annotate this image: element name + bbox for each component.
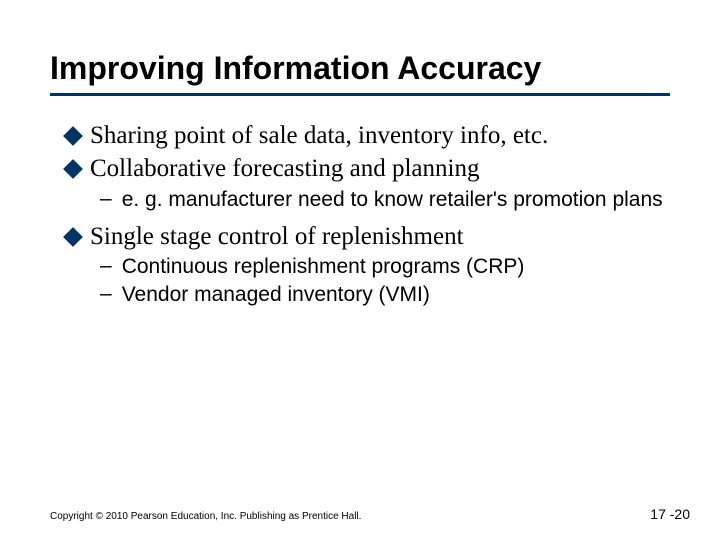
dash-bullet-icon: – (100, 254, 112, 278)
diamond-bullet-icon (63, 159, 83, 179)
list-item: Sharing point of sale data, inventory in… (66, 120, 670, 151)
list-item-text: Single stage control of replenishment (90, 221, 464, 252)
copyright-text: Copyright © 2010 Pearson Education, Inc.… (50, 511, 361, 522)
list-item-text: Collaborative forecasting and planning (90, 153, 479, 184)
dash-bullet-icon: – (100, 282, 112, 306)
sub-list-item-text: Vendor managed inventory (VMI) (122, 282, 430, 308)
sub-list-item: – Continuous replenishment programs (CRP… (100, 254, 670, 280)
diamond-bullet-icon (63, 227, 83, 247)
list-item: Collaborative forecasting and planning (66, 153, 670, 184)
sub-list-item: – e. g. manufacturer need to know retail… (100, 187, 670, 213)
slide-title: Improving Information Accuracy (50, 50, 670, 96)
sub-list-item: – Vendor managed inventory (VMI) (100, 282, 670, 308)
list-item-text: Sharing point of sale data, inventory in… (90, 120, 548, 151)
sub-list-item-text: e. g. manufacturer need to know retailer… (122, 187, 663, 213)
slide: Improving Information Accuracy Sharing p… (0, 0, 720, 540)
page-number: 17 -20 (650, 506, 690, 522)
bullet-list: Sharing point of sale data, inventory in… (66, 120, 670, 309)
sub-list-item-text: Continuous replenishment programs (CRP) (122, 254, 525, 280)
diamond-bullet-icon (63, 126, 83, 146)
list-item: Single stage control of replenishment (66, 221, 670, 252)
footer: Copyright © 2010 Pearson Education, Inc.… (50, 506, 690, 522)
dash-bullet-icon: – (100, 187, 112, 211)
